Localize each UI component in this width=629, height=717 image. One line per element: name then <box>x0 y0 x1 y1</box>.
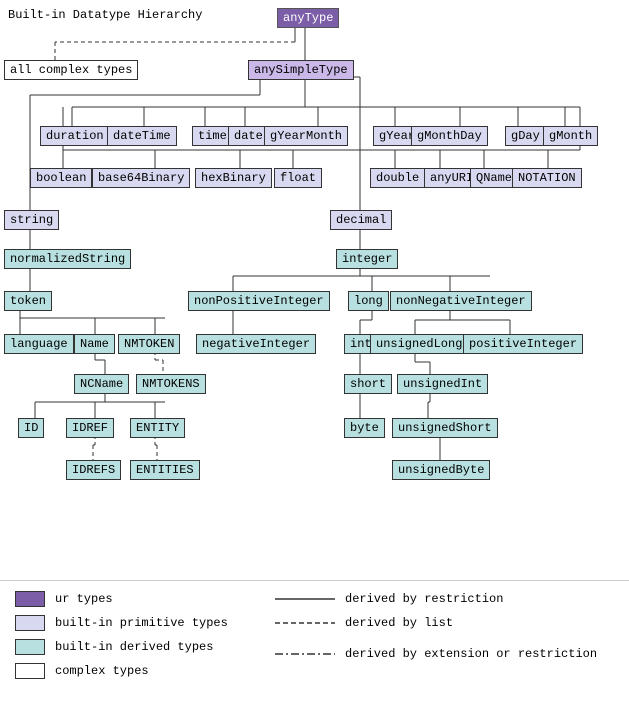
node-nonNegativeInteger: nonNegativeInteger <box>390 291 532 311</box>
node-normalizedString: normalizedString <box>4 249 131 269</box>
node-unsignedShort: unsignedShort <box>392 418 498 438</box>
node-double: double <box>370 168 425 188</box>
node-positiveInteger: positiveInteger <box>463 334 583 354</box>
legend-label-ur: ur types <box>55 592 113 606</box>
node-unsignedLong: unsignedLong <box>370 334 468 354</box>
legend-label-list: derived by list <box>345 616 453 630</box>
node-time: time <box>192 126 233 146</box>
node-float: float <box>274 168 322 188</box>
node-anyType: anyType <box>277 8 339 28</box>
legend-item-complex: complex types <box>15 663 245 679</box>
node-string: string <box>4 210 59 230</box>
legend-right: derived by restriction derived by list d… <box>260 581 629 717</box>
legend-label-derived: built-in derived types <box>55 640 213 654</box>
node-gDay: gDay <box>505 126 546 146</box>
node-nonPositiveInteger: nonPositiveInteger <box>188 291 330 311</box>
legend-line-item-restriction: derived by restriction <box>275 591 614 607</box>
legend-line-item-list: derived by list <box>275 615 614 631</box>
legend-box-ur <box>15 591 45 607</box>
node-IDREFS: IDREFS <box>66 460 121 480</box>
legend-line-item-extension: derived by extension or restriction <box>275 639 614 669</box>
legend-item-primitive: built-in primitive types <box>15 615 245 631</box>
node-decimal: decimal <box>330 210 392 230</box>
node-unsignedByte: unsignedByte <box>392 460 490 480</box>
node-anySimpleType: anySimpleType <box>248 60 354 80</box>
node-ENTITY: ENTITY <box>130 418 185 438</box>
legend-left: ur types built-in primitive types built-… <box>0 581 260 717</box>
node-base64Binary: base64Binary <box>92 168 190 188</box>
legend-line-dashed <box>275 615 335 631</box>
node-unsignedInt: unsignedInt <box>397 374 488 394</box>
node-dateTime: dateTime <box>107 126 177 146</box>
node-gMonth: gMonth <box>543 126 598 146</box>
diagram-title: Built-in Datatype Hierarchy <box>8 8 202 22</box>
legend-box-complex <box>15 663 45 679</box>
legend-label-restriction: derived by restriction <box>345 592 503 606</box>
node-short: short <box>344 374 392 394</box>
node-integer: integer <box>336 249 398 269</box>
node-byte: byte <box>344 418 385 438</box>
node-IDREF: IDREF <box>66 418 114 438</box>
node-negativeInteger: negativeInteger <box>196 334 316 354</box>
legend: ur types built-in primitive types built-… <box>0 580 629 717</box>
node-NCName: NCName <box>74 374 129 394</box>
node-NMTOKENS: NMTOKENS <box>136 374 206 394</box>
node-date: date <box>228 126 269 146</box>
diagram-container: Built-in Datatype Hierarchy <box>0 0 629 580</box>
connector-layer <box>0 0 629 580</box>
node-long: long <box>348 291 389 311</box>
node-Name: Name <box>74 334 115 354</box>
node-NOTATION: NOTATION <box>512 168 582 188</box>
node-allComplexTypes: all complex types <box>4 60 138 80</box>
node-ID: ID <box>18 418 44 438</box>
node-hexBinary: hexBinary <box>195 168 272 188</box>
legend-item-derived: built-in derived types <box>15 639 245 655</box>
node-duration: duration <box>40 126 110 146</box>
legend-box-primitive <box>15 615 45 631</box>
node-boolean: boolean <box>30 168 92 188</box>
node-ENTITIES: ENTITIES <box>130 460 200 480</box>
legend-label-extension: derived by extension or restriction <box>345 647 597 661</box>
legend-line-dashdot <box>275 639 335 669</box>
legend-line-solid <box>275 591 335 607</box>
node-gMonthDay: gMonthDay <box>411 126 488 146</box>
legend-box-derived <box>15 639 45 655</box>
legend-label-primitive: built-in primitive types <box>55 616 228 630</box>
legend-label-complex: complex types <box>55 664 149 678</box>
legend-item-ur: ur types <box>15 591 245 607</box>
node-NMTOKEN: NMTOKEN <box>118 334 180 354</box>
node-language: language <box>4 334 74 354</box>
node-QName: QName <box>470 168 518 188</box>
node-token: token <box>4 291 52 311</box>
node-gYearMonth: gYearMonth <box>264 126 348 146</box>
